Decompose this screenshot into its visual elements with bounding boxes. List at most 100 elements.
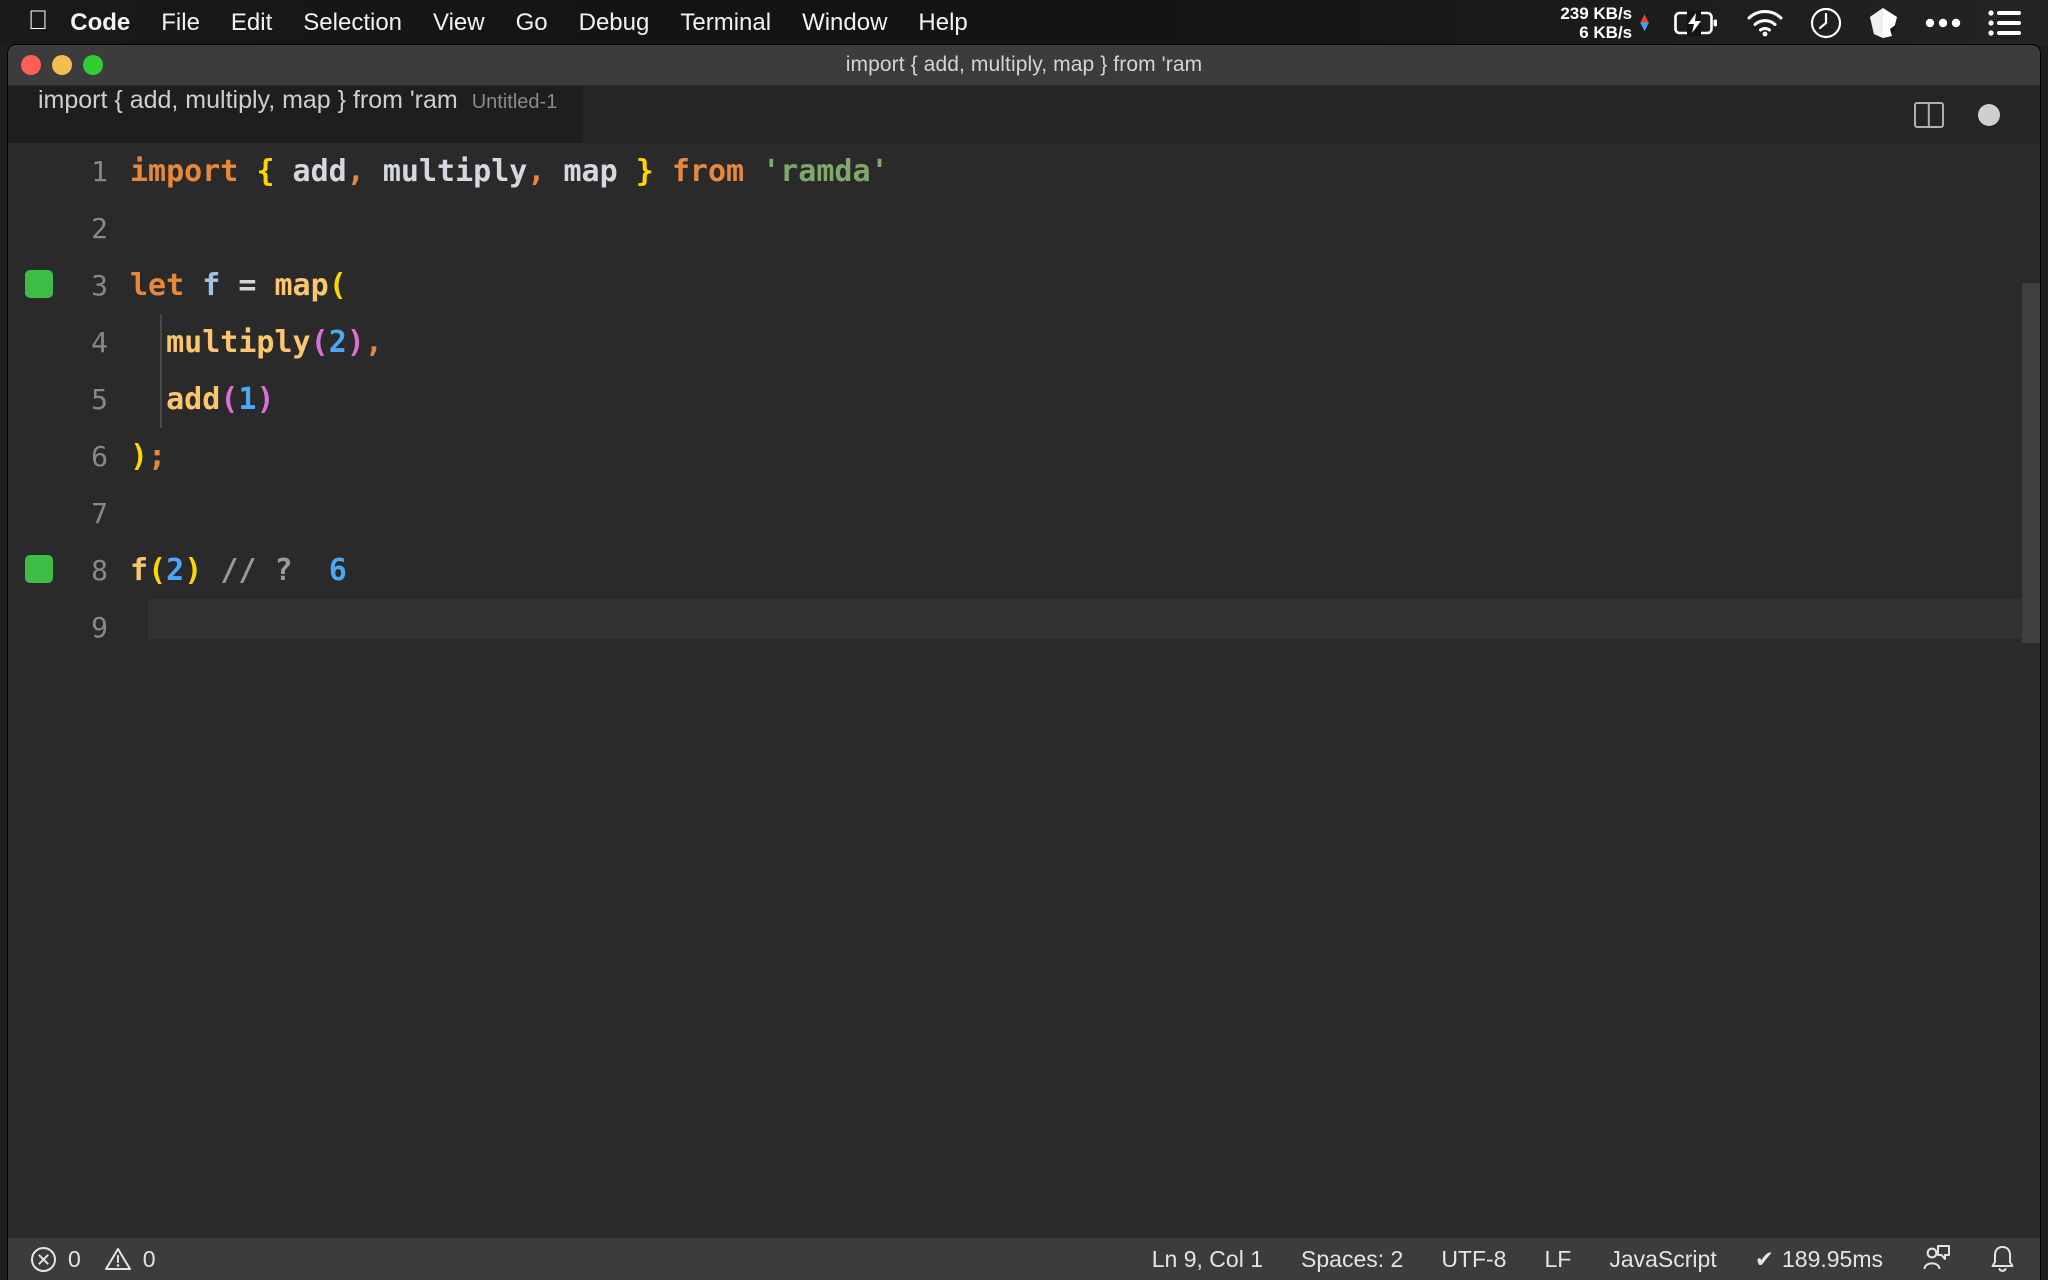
language-mode-label[interactable]: JavaScript (1609, 1246, 1716, 1273)
code-token: ( (310, 325, 329, 360)
menubar-items: Code File Edit Selection View Go Debug Terminal… (70, 9, 999, 37)
code-token: add (166, 382, 221, 417)
code-token: f (202, 268, 221, 303)
code-token: ( (148, 553, 167, 588)
code-token: map (545, 154, 636, 189)
code-line-content: import { add, multiply, map } from 'ramd… (130, 154, 889, 189)
eol-label[interactable]: LF (1544, 1246, 1571, 1273)
quokka-expression-marker (25, 555, 53, 583)
split-editor-icon[interactable] (1914, 101, 1944, 128)
unsaved-dot-icon[interactable] (1978, 103, 2000, 126)
error-circle-icon (30, 1246, 57, 1273)
quokka-runtime-label: 189.95ms (1781, 1245, 1883, 1272)
line-number: 5 (91, 383, 108, 416)
code-token: ) (184, 553, 203, 588)
code-token: add (274, 154, 347, 189)
code-line[interactable]: 8 f(2) // ? 6 (8, 542, 2040, 599)
window-title: import { add, multiply, map } from 'ram (845, 53, 1203, 76)
quokka-expression-marker (25, 270, 53, 298)
menubar-item-help[interactable]: Help (918, 9, 967, 37)
notification-bell-icon[interactable] (1989, 1244, 2016, 1274)
menubar-item-edit[interactable]: Edit (231, 9, 272, 37)
editor-scrollbar[interactable] (2022, 283, 2040, 643)
code-token: f (130, 553, 149, 588)
error-count-label: 0 (68, 1245, 81, 1272)
code-token: 'ramda' (762, 154, 889, 189)
menubar-tray: 239 KB/s 6 KB/s ▲ ▼ (1560, 0, 2048, 45)
status-problems[interactable]: 0 0 (30, 1246, 156, 1273)
code-token: 2 (166, 553, 185, 588)
code-line-content: ); (130, 439, 166, 474)
menubar-item-go[interactable]: Go (516, 9, 548, 37)
tab-title-label: import { add, multiply, map } from 'ram (38, 86, 458, 114)
code-token: { (256, 154, 275, 189)
quokka-check-icon: ✔ (1754, 1245, 1774, 1272)
battery-charging-icon[interactable] (1674, 9, 1720, 36)
menubar-item-window[interactable]: Window (802, 9, 887, 37)
code-line-content: multiply(2), (130, 325, 383, 360)
ellipsis-icon[interactable] (1924, 17, 1962, 29)
indent-guide (160, 371, 162, 428)
menubar-item-terminal[interactable]: Terminal (680, 9, 771, 37)
code-token: 1 (238, 382, 257, 417)
code-line-content: let f = map( (130, 268, 347, 303)
indent-guide (160, 314, 162, 371)
code-token: , (364, 325, 383, 360)
code-line[interactable]: 4 multiply(2), (8, 314, 2040, 371)
code-token: map (274, 268, 329, 303)
warning-triangle-icon (104, 1246, 132, 1273)
upload-speed-label: 239 KB/s (1560, 3, 1633, 23)
editor-tab-bar: import { add, multiply, map } from 'ram … (8, 86, 2040, 143)
tab-subtitle-label: Untitled-1 (471, 91, 558, 113)
vscode-window: import { add, multiply, map } from 'ram … (8, 45, 2040, 1280)
code-line[interactable]: 2 (8, 200, 2040, 257)
macos-menubar:  Code File Edit Selection View Go Debug Termin… (0, 0, 2048, 45)
control-center-list-icon[interactable] (1988, 9, 2022, 36)
code-line[interactable]: 7 (8, 485, 2040, 542)
warning-count-label: 0 (142, 1245, 156, 1272)
code-token: import (130, 154, 239, 189)
apple-icon[interactable]:  (28, 7, 48, 34)
editor-tab-untitled-1[interactable]: import { add, multiply, map } from 'ram … (8, 86, 585, 143)
download-arrow-icon: ▼ (1637, 17, 1652, 35)
code-lines: 1 import { add, multiply, map } from 'ram… (8, 143, 2040, 656)
code-line[interactable]: 1 import { add, multiply, map } from 'ram… (8, 143, 2040, 200)
code-token: from (671, 154, 745, 189)
code-line[interactable]: 6); (8, 428, 2040, 485)
code-line[interactable]: 3 let f = map( (8, 257, 2040, 314)
code-token: ( (220, 382, 239, 417)
code-token: multiply (364, 154, 528, 189)
dropbox-icon[interactable] (1868, 7, 1898, 39)
current-line-highlight (148, 599, 2040, 639)
wifi-icon[interactable] (1746, 9, 1784, 37)
line-number: 7 (91, 497, 108, 530)
code-line[interactable]: 5 add(1) (8, 371, 2040, 428)
code-token: 6 (328, 553, 347, 588)
menubar-item-selection[interactable]: Selection (303, 9, 402, 37)
code-token: } (635, 154, 654, 189)
code-token: ( (328, 268, 347, 303)
code-line-content: add(1) (130, 382, 275, 417)
code-token: ) (256, 382, 275, 417)
menubar-item-file[interactable]: File (161, 9, 200, 37)
menubar-item-debug[interactable]: Debug (579, 9, 650, 37)
quokka-runtime-status[interactable]: ✔ 189.95ms (1755, 1246, 1883, 1273)
code-line[interactable]: 9 (8, 599, 2040, 656)
feedback-smiley-icon[interactable] (1921, 1244, 1951, 1274)
cursor-position-label[interactable]: Ln 9, Col 1 (1152, 1246, 1263, 1273)
indentation-label[interactable]: Spaces: 2 (1301, 1246, 1403, 1273)
code-editor[interactable]: 1 import { add, multiply, map } from 'ram… (8, 143, 2040, 1238)
network-speed-indicator[interactable]: 239 KB/s 6 KB/s ▲ ▼ (1560, 4, 1652, 42)
code-line-content: f(2) // ? 6 (130, 553, 347, 588)
menubar-item-view[interactable]: View (433, 9, 485, 37)
encoding-label[interactable]: UTF-8 (1441, 1246, 1506, 1273)
menubar-item-code[interactable]: Code (70, 9, 130, 37)
clock-icon[interactable] (1810, 7, 1842, 39)
